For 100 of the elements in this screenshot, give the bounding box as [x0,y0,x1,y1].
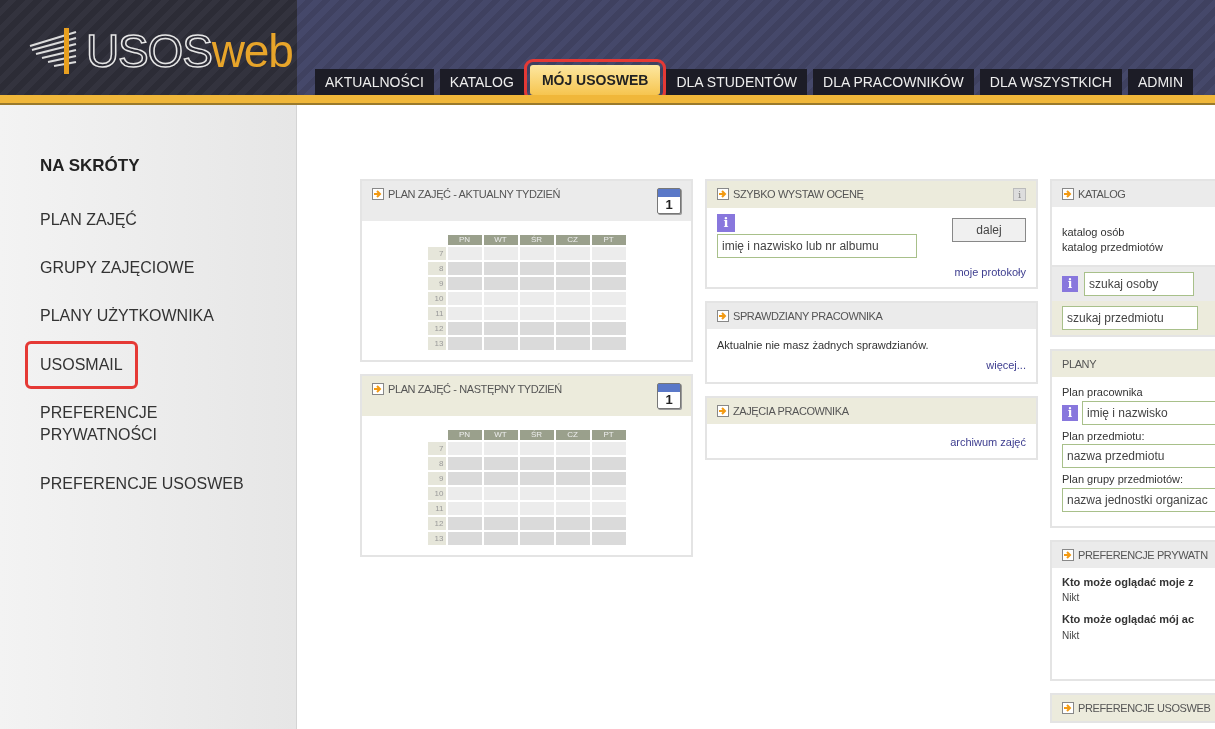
input-field[interactable]: imię i nazwisko lub nr albumu [717,234,917,258]
panel-title: PREFERENCJE USOSWEB [1078,701,1212,714]
row-label: 13 [427,337,446,350]
panel-title: KATALOG [1078,188,1127,200]
row-label: 9 [427,277,446,290]
table-cell [555,337,590,350]
link[interactable]: więcej... [986,357,1026,374]
table-cell [519,262,554,275]
table-cell [483,337,518,350]
row-label: 13 [427,532,446,545]
row-label: 8 [427,262,446,275]
table-cell [483,322,518,335]
nav-tab[interactable]: ADMIN [1127,69,1194,95]
field-label: Plan pracownika [1062,385,1144,400]
arrow-icon [717,188,729,200]
table-cell [591,322,626,335]
table-header: PN [447,235,482,245]
next-button[interactable]: dalej [952,218,1026,242]
question-text: Kto może oglądać mój ac [1062,612,1196,627]
answer-text: Nikt [1062,591,1081,605]
panel-title: PREFERENCJE PRYWATN [1078,548,1209,561]
input-field[interactable]: szukaj osoby [1084,272,1194,296]
table-header: CZ [555,235,590,245]
table-cell [591,262,626,275]
nav-tab[interactable]: KATALOG [439,69,524,95]
sidebar-heading: NA SKRÓTY [39,155,141,177]
sidebar-link[interactable]: GRUPY ZAJĘCIOWE [28,246,207,290]
row-label: 10 [427,487,446,500]
nav-tab[interactable]: DLA WSZYSTKICH [979,69,1122,95]
table-cell [447,322,482,335]
table-cell [447,292,482,305]
table-cell [591,457,626,470]
table-cell [591,532,626,545]
panel-title: SPRAWDZIANY PRACOWNIKA [733,309,884,322]
table-cell [519,322,554,335]
sidebar-link[interactable]: USOSMAIL [28,343,135,387]
table-cell [447,262,482,275]
table-cell [555,322,590,335]
arrow-icon [717,404,729,417]
info-icon[interactable]: i [717,214,735,232]
panel-title: ZAJĘCIA PRACOWNIKA [733,404,850,417]
field-label: Plan przedmiotu: [1062,428,1146,444]
table-cell [447,517,482,530]
row-label: 7 [427,442,446,455]
table-cell [447,247,482,260]
row-label: 10 [427,292,446,305]
sidebar-link[interactable]: PLANY UŻYTKOWNIKA [28,295,226,338]
table-cell [447,487,482,500]
row-label: 12 [427,322,446,335]
table-cell [519,517,554,530]
calendar-icon: 1 [657,383,681,409]
panel-title: SZYBKO WYSTAW OCENĘ [733,188,865,200]
info-icon[interactable]: i [1062,276,1078,292]
panel-title: PLAN ZAJĘĆ - NASTĘPNY TYDZIEŃ [388,383,563,395]
table-cell [447,307,482,320]
sidebar-link[interactable]: PLAN ZAJĘĆ [28,198,149,241]
sidebar-link[interactable]: PREFERENCJE USOSWEB [28,462,256,506]
table-cell [447,532,482,545]
table-cell [447,457,482,470]
table-cell [555,277,590,290]
table-header: CZ [555,430,590,440]
sidebar-link[interactable]: PREFERENCJE PRYWATNOŚCI [28,392,260,457]
link[interactable]: archiwum zajęć [950,433,1026,450]
table-header: WT [483,235,518,245]
calendar-icon: 1 [657,188,681,214]
link[interactable]: katalog przedmiotów [1062,240,1215,255]
row-label: 11 [427,502,446,515]
nav-tab[interactable]: DLA STUDENTÓW [666,69,808,95]
table-cell [447,472,482,485]
nav-tab[interactable]: DLA PRACOWNIKÓW [813,69,974,95]
table-cell [483,532,518,545]
info-icon[interactable]: i [1062,404,1078,421]
table-cell [483,457,518,470]
input-field[interactable]: imię i nazwisko [1082,400,1215,425]
panel-title: PLAN ZAJĘĆ - AKTUALNY TYDZIEŃ [388,188,561,200]
arrow-icon [372,188,384,200]
table-cell [519,457,554,470]
table-header: ŚR [519,235,554,245]
arrow-icon [1062,701,1074,714]
input-field[interactable]: nazwa jednostki organizac [1062,487,1215,512]
answer-text: Nikt [1062,628,1081,643]
arrow-icon [1062,548,1074,561]
link[interactable]: moje protokoły [954,264,1026,281]
table-header: ŚR [519,430,554,440]
link[interactable]: katalog osób [1062,225,1215,240]
table-cell [447,277,482,290]
input-field[interactable]: szukaj przedmiotu [1062,306,1198,330]
input-field[interactable]: nazwa przedmiotu [1062,444,1215,468]
table-cell [555,262,590,275]
row-label: 11 [427,307,446,320]
table-cell [555,457,590,470]
table-cell [519,277,554,290]
table-cell [555,472,590,485]
table-cell [591,337,626,350]
table-cell [555,532,590,545]
logo-text: USOS [86,27,212,74]
panel-title: PLANY [1062,358,1098,370]
row-label: 9 [427,472,446,485]
nav-tab[interactable]: AKTUALNOŚCI [315,69,434,95]
table-cell [483,262,518,275]
